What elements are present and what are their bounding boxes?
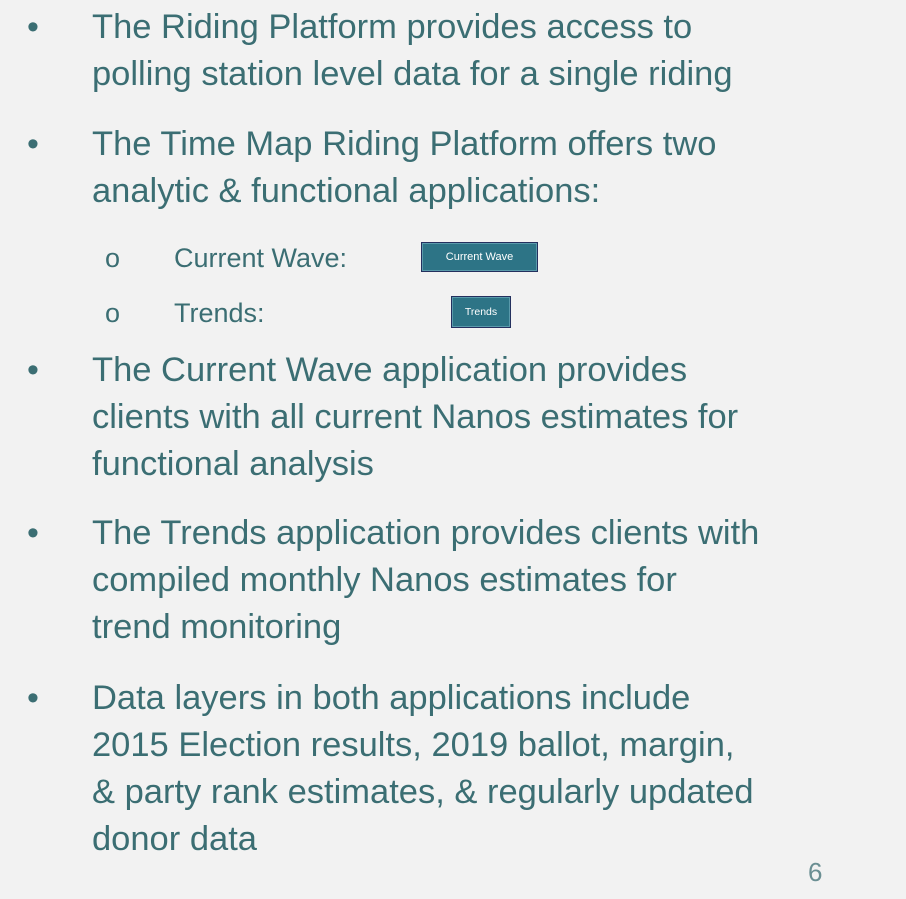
bullet-line: compiled monthly Nanos estimates for (92, 561, 677, 599)
bullet-line: polling station level data for a single … (92, 55, 733, 93)
bullet-line: Data layers in both applications include (92, 679, 691, 717)
bullet-line: donor data (92, 820, 257, 858)
bullet-line: The Riding Platform provides access to (92, 8, 693, 46)
bullet-glyph: • (27, 679, 39, 717)
bullet-line: clients with all current Nanos estimates… (92, 398, 739, 436)
bullet-line: The Time Map Riding Platform offers two (92, 125, 717, 163)
bullet-glyph: • (27, 125, 39, 163)
bullet-line: 2015 Election results, 2019 ballot, marg… (92, 726, 735, 764)
page-number: 6 (808, 857, 823, 887)
trends-button[interactable]: Trends (451, 296, 511, 328)
sub-bullet-glyph: o (105, 243, 121, 273)
bullet-line: & party rank estimates, & regularly upda… (92, 773, 754, 811)
bullet-glyph: • (27, 8, 39, 46)
bullet-text: Data layers in both applications include… (92, 675, 902, 863)
bullet-line: trend monitoring (92, 608, 342, 646)
bullet-glyph: • (27, 514, 39, 552)
sub-item-label: Trends: (174, 298, 265, 328)
bullet-glyph: • (27, 351, 39, 389)
sub-item-trends: o Trends: Trends (0, 296, 906, 330)
bullet-text: The Current Wave application provides cl… (92, 347, 902, 488)
current-wave-button[interactable]: Current Wave (421, 242, 538, 272)
sub-item-current-wave: o Current Wave: Current Wave (0, 241, 906, 275)
bullet-line: analytic & functional applications: (92, 172, 601, 210)
bullet-text: The Trends application provides clients … (92, 510, 902, 651)
sub-item-label: Current Wave: (174, 243, 348, 273)
bullet-line: The Current Wave application provides (92, 351, 688, 389)
sub-bullet-glyph: o (105, 298, 121, 328)
bullet-text: The Time Map Riding Platform offers two … (92, 121, 902, 215)
bullet-line: The Trends application provides clients … (92, 514, 760, 552)
bullet-text: The Riding Platform provides access to p… (92, 4, 902, 98)
bullet-line: functional analysis (92, 445, 374, 483)
